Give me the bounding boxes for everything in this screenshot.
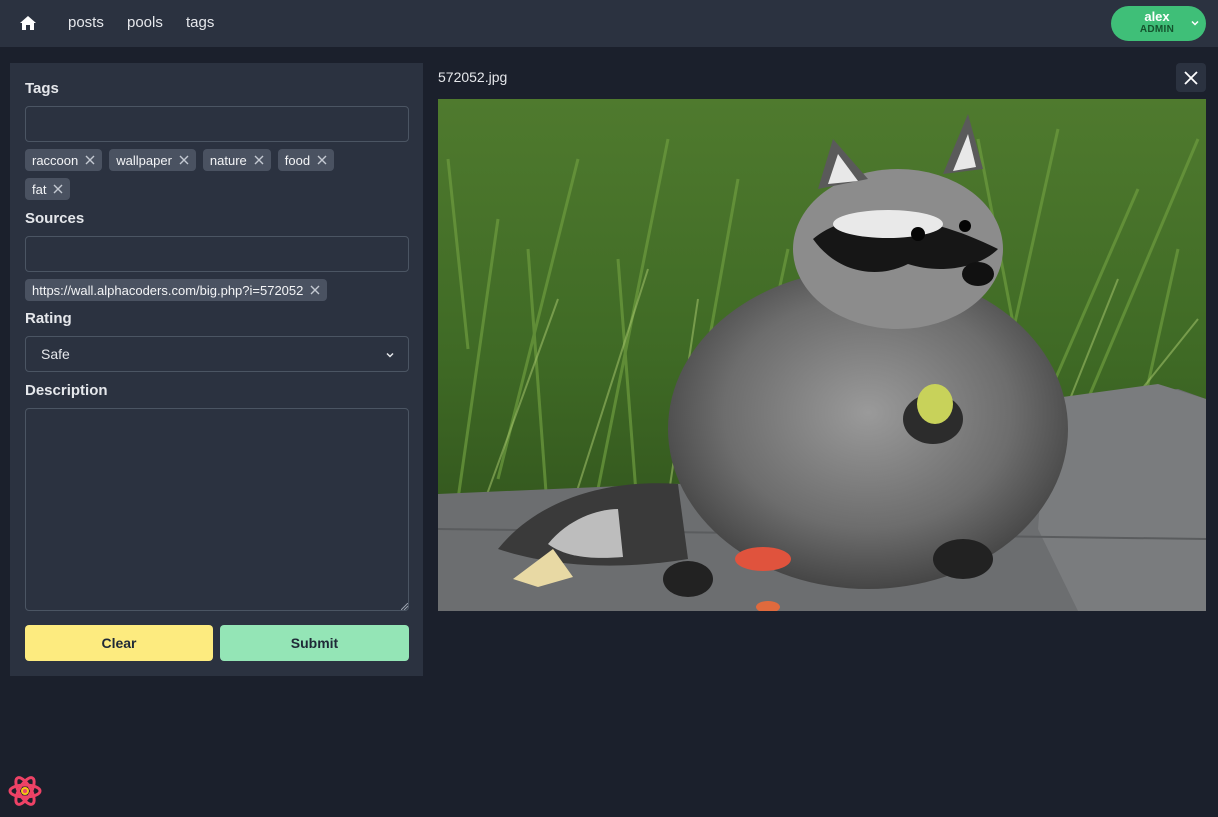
chevron-down-icon <box>386 352 394 358</box>
nav-link-tags[interactable]: tags <box>186 14 214 31</box>
home-icon <box>20 16 36 30</box>
top-nav: posts pools tags alex ADMIN <box>0 0 1218 47</box>
clear-button[interactable]: Clear <box>25 625 213 661</box>
remove-tag-button[interactable] <box>179 155 189 165</box>
tag-list-row-2: fat <box>25 178 71 200</box>
tags-label: Tags <box>25 80 59 97</box>
chevron-down-icon <box>1191 20 1199 26</box>
tag-label: nature <box>209 152 247 168</box>
tag-label: raccoon <box>32 152 79 168</box>
tags-input[interactable] <box>25 106 409 142</box>
remove-source-button[interactable] <box>310 285 320 295</box>
rating-select[interactable]: Safe <box>25 336 409 372</box>
sources-input[interactable] <box>25 236 409 272</box>
tag-list: raccoon wallpaper nature food <box>25 149 335 171</box>
file-name: 572052.jpg <box>438 69 508 85</box>
description-textarea[interactable] <box>25 408 409 611</box>
close-icon <box>310 285 320 295</box>
source-list: https://wall.alphacoders.com/big.php?i=5… <box>25 279 328 301</box>
nav-link-pools[interactable]: pools <box>127 14 163 31</box>
close-icon <box>254 155 264 165</box>
sources-label: Sources <box>25 210 85 227</box>
user-role: ADMIN <box>1139 24 1175 35</box>
close-icon <box>179 155 189 165</box>
tag-chip: nature <box>202 149 271 171</box>
rating-value: Safe <box>41 346 70 362</box>
edit-panel: Tags raccoon wallpaper nature food fat S… <box>10 63 423 676</box>
close-icon <box>53 184 63 194</box>
source-label: https://wall.alphacoders.com/big.php?i=5… <box>32 282 304 298</box>
tag-chip: raccoon <box>25 149 103 171</box>
close-preview-button[interactable] <box>1176 63 1206 92</box>
tag-chip: food <box>277 149 335 171</box>
rating-label: Rating <box>25 310 72 327</box>
close-icon <box>85 155 95 165</box>
user-menu-button[interactable]: alex ADMIN <box>1111 6 1206 41</box>
tag-chip: fat <box>25 178 71 200</box>
close-icon <box>317 155 327 165</box>
raccoon-photo <box>438 99 1206 611</box>
remove-tag-button[interactable] <box>85 155 95 165</box>
user-name: alex <box>1144 9 1170 24</box>
resize-handle-icon[interactable] <box>401 603 408 610</box>
remove-tag-button[interactable] <box>317 155 327 165</box>
atom-logo-icon <box>8 776 42 806</box>
tag-label: wallpaper <box>116 152 172 168</box>
submit-button[interactable]: Submit <box>220 625 409 661</box>
description-label: Description <box>25 382 108 399</box>
home-button[interactable] <box>19 14 37 32</box>
remove-tag-button[interactable] <box>254 155 264 165</box>
tag-chip: wallpaper <box>109 149 196 171</box>
close-icon <box>1184 70 1198 85</box>
image-preview <box>438 99 1206 611</box>
tag-label: fat <box>32 181 47 197</box>
remove-tag-button[interactable] <box>53 184 63 194</box>
source-chip: https://wall.alphacoders.com/big.php?i=5… <box>25 279 328 301</box>
tag-label: food <box>284 152 311 168</box>
nav-link-posts[interactable]: posts <box>68 14 104 31</box>
